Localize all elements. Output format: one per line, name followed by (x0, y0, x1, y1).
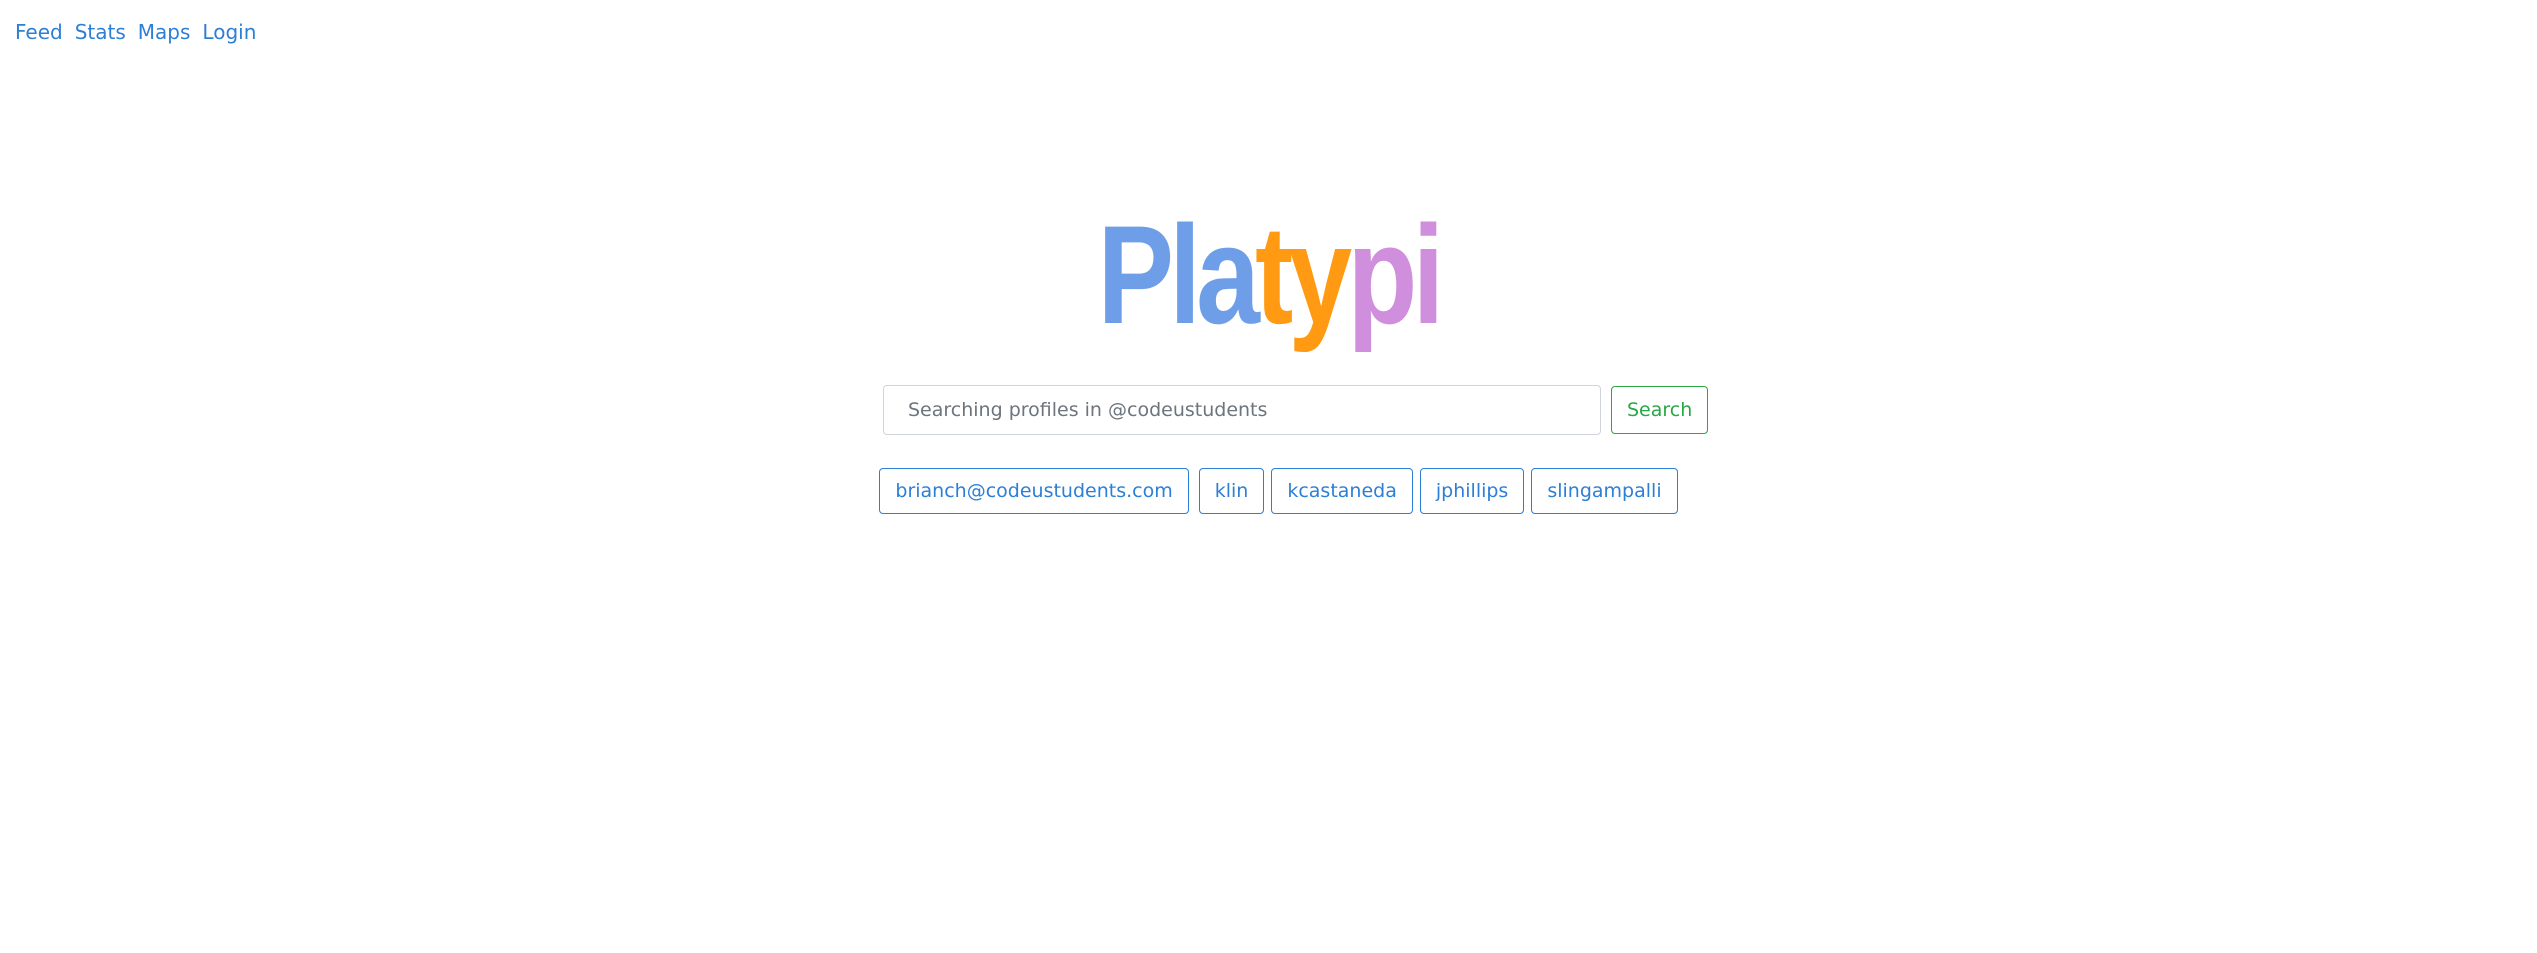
search-bar: Search (883, 385, 1709, 435)
suggested-profiles: brianch@codeustudents.com klin kcastaned… (0, 468, 2537, 514)
search-input[interactable] (883, 385, 1601, 435)
logo-letter: P (1097, 196, 1174, 353)
nav-feed-link[interactable]: Feed (15, 20, 63, 44)
logo-letter: y (1288, 196, 1352, 353)
nav-maps-link[interactable]: Maps (138, 20, 191, 44)
nav-stats-link[interactable]: Stats (75, 20, 126, 44)
logo-letter: a (1196, 196, 1260, 353)
search-button[interactable]: Search (1611, 386, 1709, 434)
logo-letter: t (1255, 196, 1293, 353)
profile-chip[interactable]: jphillips (1419, 468, 1525, 514)
logo-letter: i (1412, 196, 1445, 353)
logo-letter: l (1169, 196, 1201, 353)
profile-chip[interactable]: kcastaneda (1271, 468, 1413, 514)
profile-chip[interactable]: klin (1198, 468, 1265, 514)
logo-letter: p (1347, 196, 1417, 353)
profile-chip[interactable]: brianch@codeustudents.com (879, 468, 1189, 514)
profile-chip[interactable]: slingampalli (1531, 468, 1678, 514)
top-nav: Feed Stats Maps Login (15, 20, 256, 44)
platypi-logo: Platypi (228, 200, 2308, 350)
nav-login-link[interactable]: Login (202, 20, 256, 44)
